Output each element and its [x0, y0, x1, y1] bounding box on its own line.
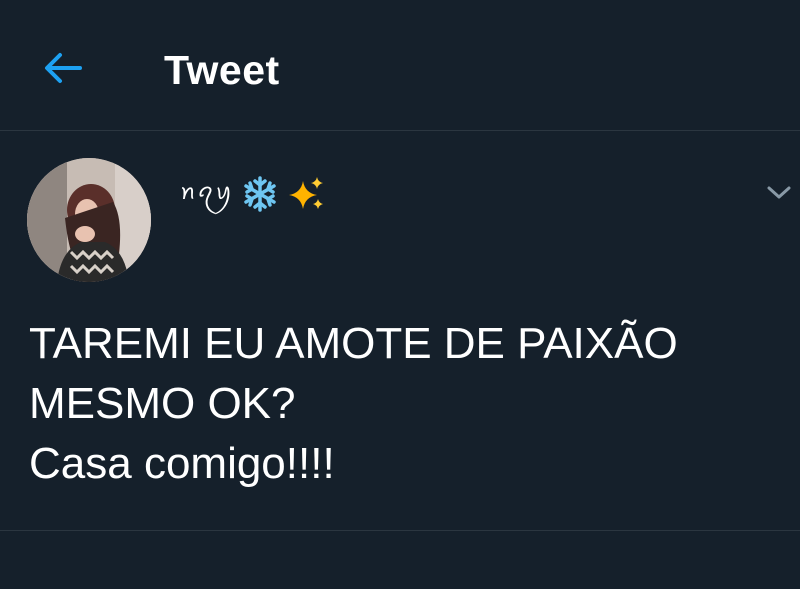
display-name-text: ꪀꪖꪗ — [180, 180, 234, 205]
more-options-button[interactable] — [764, 180, 794, 204]
tweet-line: Casa comigo!!!! — [29, 439, 335, 488]
tweet-body: TAREMI EU AMOTE DE PAIXÃO MESMO OK? Casa… — [29, 314, 769, 494]
snowflake-icon — [244, 176, 277, 212]
back-button[interactable] — [38, 48, 86, 88]
sparkles-icon — [289, 177, 324, 209]
arrow-left-icon — [45, 53, 82, 83]
tweet-line: TAREMI EU AMOTE DE PAIXÃO — [29, 319, 678, 368]
tweet-line: MESMO OK? — [29, 379, 296, 428]
top-bar: Tweet — [0, 0, 800, 131]
author-name[interactable]: ꪀꪖꪗ — [180, 174, 325, 214]
divider — [0, 530, 800, 531]
page-title: Tweet — [164, 47, 280, 93]
avatar-image — [27, 158, 151, 282]
tweet-detail-screen: Tweet ꪀꪖꪗ TAREMI EU AMOTE DE PAIXÃO MESM… — [0, 0, 800, 589]
chevron-down-icon — [767, 186, 791, 199]
avatar[interactable] — [27, 158, 151, 282]
